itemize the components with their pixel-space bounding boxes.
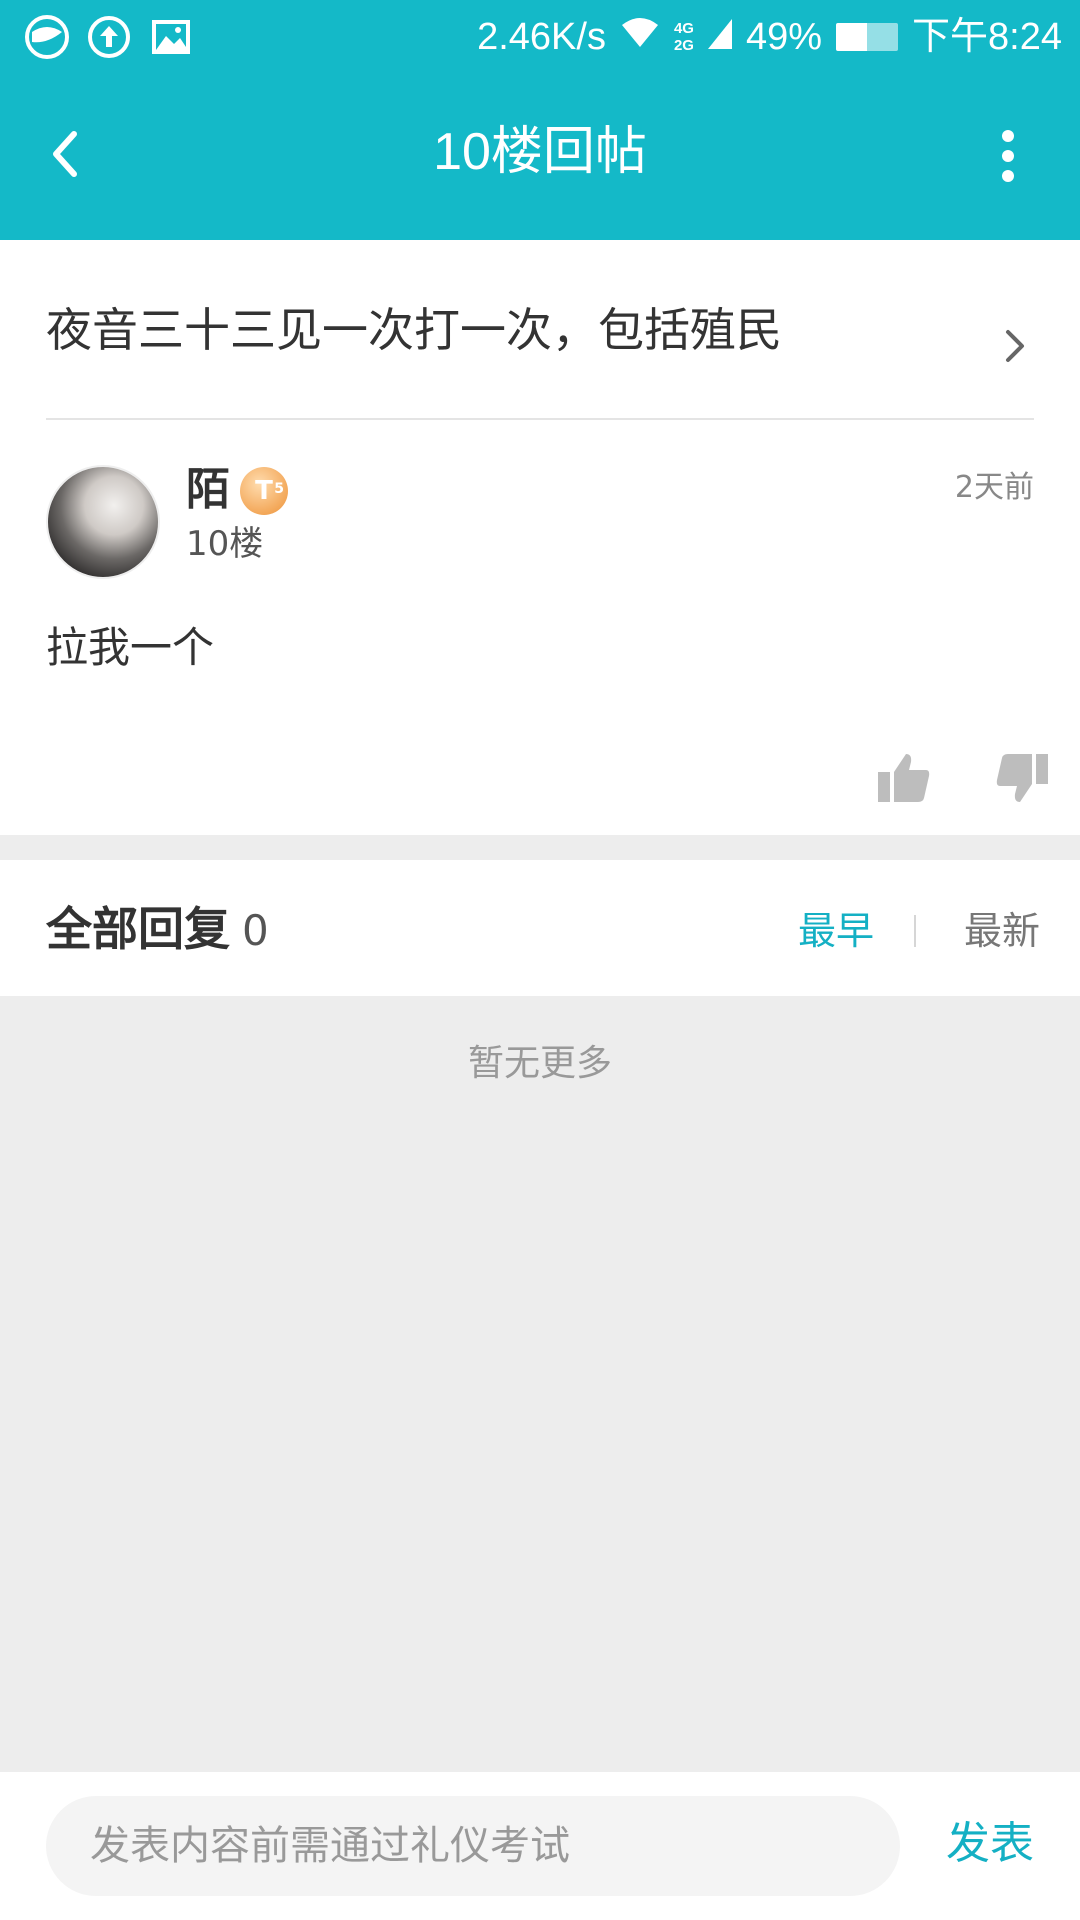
clock: 下午8:24 [912,16,1062,58]
thumbs-down-icon[interactable] [994,750,1050,806]
network-generation: 4G 2G [674,20,694,54]
battery-percent: 49% [745,16,823,58]
battery-icon [836,23,899,51]
sort-earliest-tab[interactable]: 最早 [798,906,874,956]
post-time: 2天前 [954,470,1034,505]
thread-title: 夜音三十三见一次打一次，包括殖民 [46,303,782,357]
compose-bar: 发表 [0,1772,1080,1920]
chevron-right-icon [994,310,1034,362]
upload-icon [86,14,132,60]
level-badge-letter: T [255,476,273,506]
page-title: 10楼回帖 [433,123,647,181]
replies-title: 全部回复 [46,902,230,956]
image-icon [148,14,194,60]
replies-count: 0 [242,906,269,955]
network-gen-top: 4G [673,20,694,37]
network-speed: 2.46K/s [477,16,606,58]
floor-number: 10楼 [186,524,264,564]
post-card: 夜音三十三见一次打一次，包括殖民 陌 T5 10楼 2天前 拉我一个 [0,240,1080,835]
status-bar: 2.46K/s 4G 2G 49% 下午8:24 [0,0,1080,74]
level-badge: T5 [240,467,288,515]
wifi-icon [620,12,660,62]
avatar[interactable] [46,465,160,579]
level-badge-number: 5 [274,481,284,497]
sort-newest-tab[interactable]: 最新 [964,906,1040,956]
notification-icons [24,14,194,60]
divider [46,418,1034,420]
more-vertical-icon[interactable] [996,126,1020,186]
username[interactable]: 陌 [186,462,230,518]
thumbs-up-icon[interactable] [876,750,932,806]
empty-state-text: 暂无更多 [467,1043,612,1084]
post-content: 拉我一个 [46,623,215,672]
comment-input[interactable] [46,1796,900,1896]
sort-separator [914,915,916,947]
signal-icon [707,12,732,62]
network-gen-bottom: 2G [673,37,694,54]
replies-header: 全部回复 0 最早 最新 [0,860,1080,996]
app-bar: 10楼回帖 [0,74,1080,240]
browser-icon [24,14,70,60]
thread-title-link[interactable]: 夜音三十三见一次打一次，包括殖民 [46,290,1034,370]
send-button[interactable]: 发表 [946,1812,1034,1876]
status-info: 2.46K/s 4G 2G 49% 下午8:24 [477,12,1062,62]
